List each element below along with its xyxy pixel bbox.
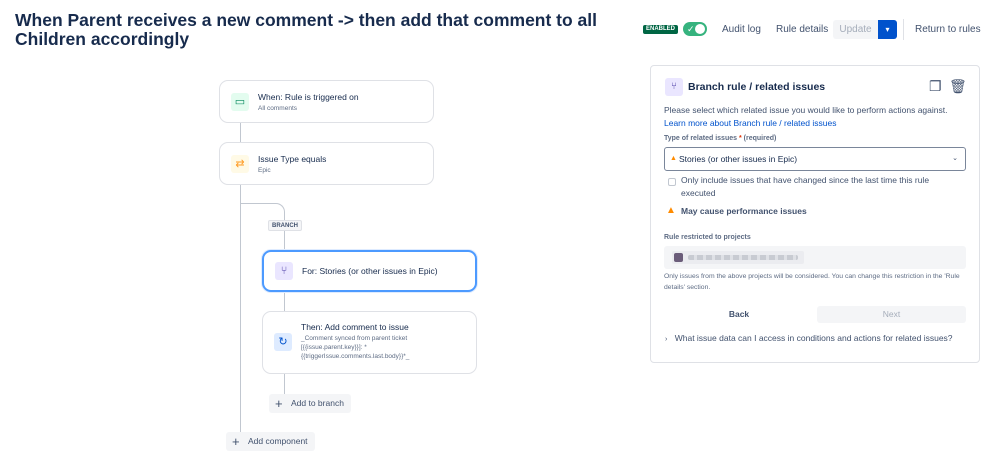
comment-icon: ▭	[231, 93, 249, 111]
related-issues-select[interactable]: ▲ Stories (or other issues in Epic) ⌄	[664, 147, 966, 171]
add-component-label: Add component	[248, 436, 308, 446]
project-chip	[672, 251, 804, 264]
restricted-projects-field	[664, 246, 966, 269]
shuffle-icon: ⇄	[231, 155, 249, 173]
action-card[interactable]: ↻ Then: Add comment to issue _Comment sy…	[262, 311, 477, 374]
chevron-down-icon: ⌄	[952, 155, 958, 162]
branch-icon: ⑂	[665, 78, 683, 96]
action-line: {{triggerIssue.comments.last.body}}*_	[301, 353, 410, 360]
condition-subtitle: Epic	[258, 167, 271, 174]
automation-rule-editor: When Parent receives a new comment -> th…	[0, 0, 999, 458]
back-button[interactable]: Back	[664, 306, 814, 323]
condition-title: Issue Type equals	[258, 154, 327, 164]
enabled-badge: ENABLED	[643, 25, 679, 34]
flow-line	[240, 122, 241, 142]
trigger-subtitle: All comments	[258, 105, 298, 112]
toggle-knob	[695, 24, 705, 34]
refresh-icon: ↻	[274, 333, 292, 351]
update-button[interactable]: Update	[833, 20, 878, 39]
faq-expander[interactable]: › What issue data can I access in condit…	[665, 333, 953, 343]
trigger-title: When: Rule is triggered on	[258, 92, 359, 102]
project-icon	[674, 253, 683, 262]
branch-title: For: Stories (or other issues in Epic)	[302, 266, 438, 276]
add-to-branch-button[interactable]: + Add to branch	[269, 394, 351, 413]
restriction-note: Only issues from the above projects will…	[664, 273, 960, 291]
page-title: When Parent receives a new comment -> th…	[15, 10, 598, 49]
audit-log-button[interactable]: Audit log	[716, 19, 767, 41]
next-button[interactable]: Next	[817, 306, 966, 323]
branch-icon: ⑂	[275, 262, 293, 280]
panel-description: Please select which related issue you wo…	[664, 104, 969, 129]
only-changed-label[interactable]: Only include issues that have changed si…	[681, 174, 963, 199]
plus-icon: +	[275, 396, 283, 411]
action-line: [{{issue.parent.key}}]: *	[301, 344, 367, 351]
update-dropdown-button[interactable]: ▾	[878, 20, 897, 39]
copy-icon[interactable]: ❐	[929, 78, 942, 95]
description-text: Please select which related issue you wo…	[664, 105, 948, 115]
rule-details-button[interactable]: Rule details	[770, 19, 834, 41]
add-to-branch-label: Add to branch	[291, 398, 344, 408]
header-divider	[903, 19, 904, 40]
restricted-projects-label: Rule restricted to projects	[664, 234, 751, 241]
check-icon: ✓	[687, 24, 695, 34]
condition-card[interactable]: ⇄ Issue Type equals Epic	[219, 142, 434, 185]
branch-config-panel: ⑂ Branch rule / related issues ❐ 🗑 Pleas…	[650, 65, 980, 363]
return-to-rules-button[interactable]: Return to rules	[909, 19, 987, 41]
required-star: *	[738, 135, 742, 142]
plus-icon: +	[232, 434, 240, 449]
chevron-right-icon: ›	[665, 336, 668, 343]
add-component-button[interactable]: + Add component	[226, 432, 315, 451]
warning-icon: ▲	[670, 155, 677, 162]
branch-card[interactable]: ⑂ For: Stories (or other issues in Epic)	[262, 250, 477, 292]
required-text: (required)	[743, 135, 777, 142]
action-title: Then: Add comment to issue	[301, 322, 409, 332]
type-label: Type of related issues * (required)	[664, 135, 776, 142]
performance-warning: May cause performance issues	[681, 206, 807, 216]
only-changed-checkbox[interactable]	[668, 178, 676, 186]
faq-text: What issue data can I access in conditio…	[674, 333, 953, 343]
project-name-redacted	[688, 255, 798, 260]
type-label-text: Type of related issues	[664, 135, 738, 142]
rule-enabled-toggle[interactable]: ✓	[683, 22, 707, 36]
trigger-card[interactable]: ▭ When: Rule is triggered on All comment…	[219, 80, 434, 123]
select-value: Stories (or other issues in Epic)	[679, 154, 798, 164]
learn-more-link[interactable]: Learn more about Branch rule / related i…	[664, 118, 836, 128]
panel-title: Branch rule / related issues	[688, 81, 826, 93]
branch-curve	[240, 203, 285, 215]
branch-label: BRANCH	[268, 220, 302, 231]
action-line: _Comment synced from parent ticket	[301, 335, 408, 342]
warning-icon: ▲	[666, 205, 676, 216]
trash-icon[interactable]: 🗑	[949, 78, 967, 95]
flow-line	[240, 184, 241, 432]
